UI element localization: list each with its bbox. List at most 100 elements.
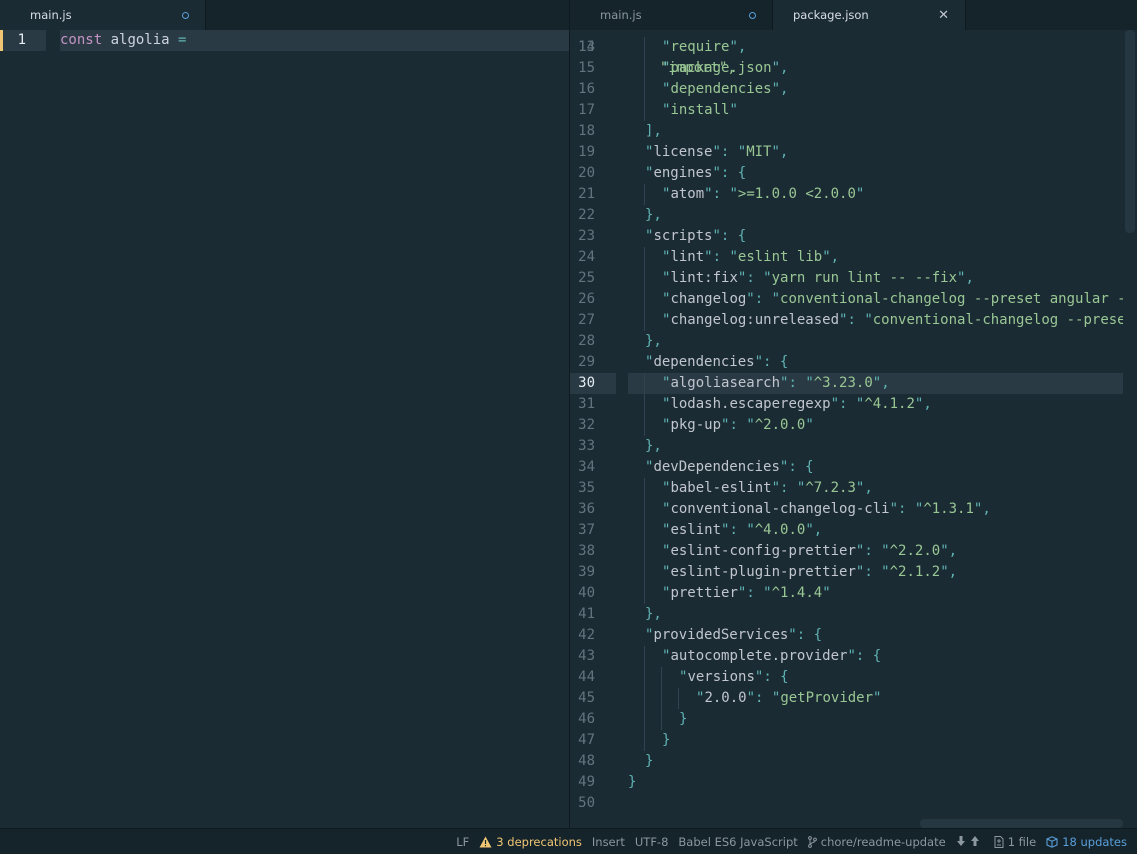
- code-token: },: [645, 207, 662, 223]
- arrow-down-icon[interactable]: [956, 836, 966, 847]
- line-ending-indicator[interactable]: LF: [456, 835, 469, 849]
- code-line[interactable]: 33},: [570, 436, 1137, 457]
- tab-package-json[interactable]: package.json ✕: [773, 0, 966, 30]
- package-icon: [1046, 835, 1058, 848]
- code-token: :: [864, 543, 882, 559]
- code-line[interactable]: 19 "license": "MIT",: [570, 142, 1137, 163]
- changed-files[interactable]: 1 file: [994, 835, 1036, 849]
- indent-guide: [661, 688, 662, 709]
- code-line[interactable]: 41},: [570, 604, 1137, 625]
- indent-guide: [644, 499, 645, 520]
- line-number: 15: [578, 60, 595, 76]
- code-line[interactable]: 1 const algolia =: [0, 30, 569, 51]
- code-line[interactable]: 47}: [570, 730, 1137, 751]
- code-token: :: [839, 396, 856, 412]
- grammar-indicator[interactable]: Babel ES6 JavaScript: [678, 835, 797, 849]
- code-line[interactable]: 14 "require",: [570, 37, 1137, 58]
- code-line[interactable]: 31 "lodash.escaperegexp": "^4.1.2",: [570, 394, 1137, 415]
- code-token: atom: [670, 186, 705, 202]
- code-token: : {: [720, 165, 747, 181]
- tab-main-js-right[interactable]: main.js: [570, 0, 773, 30]
- code-token: :: [712, 249, 730, 265]
- code-line[interactable]: 35 "babel-eslint": "^7.2.3",: [570, 478, 1137, 499]
- code-token: ,: [948, 564, 958, 580]
- code-token: ": [771, 480, 781, 496]
- code-token: versions: [687, 669, 755, 685]
- code-line[interactable]: 18],: [570, 121, 1137, 142]
- package-updates[interactable]: 18 updates: [1046, 835, 1127, 849]
- code-line[interactable]: 34 "devDependencies": {: [570, 457, 1137, 478]
- code-line[interactable]: 30 "algoliasearch": "^3.23.0",: [570, 373, 1137, 394]
- code-line[interactable]: 39 "eslint-plugin-prettier": "^2.1.2",: [570, 562, 1137, 583]
- code-line[interactable]: 40 "prettier": "^1.4.4": [570, 583, 1137, 604]
- code-token: },: [645, 438, 662, 454]
- code-token: install: [670, 102, 730, 118]
- code-line[interactable]: 43 "autocomplete.provider": {: [570, 646, 1137, 667]
- code-line[interactable]: 37 "eslint": "^4.0.0",: [570, 520, 1137, 541]
- code-line[interactable]: 22},: [570, 205, 1137, 226]
- code-token: providedServices: [653, 627, 789, 643]
- scrollbar-thumb[interactable]: [1125, 30, 1135, 233]
- code-token: changelog:unreleased: [670, 312, 840, 328]
- code-token: ": [771, 81, 781, 97]
- code-line[interactable]: 50: [570, 793, 1137, 814]
- code-token: ": [763, 270, 772, 286]
- code-token: ": [889, 501, 899, 517]
- code-line[interactable]: 26 "changelog": "conventional-changelog -…: [570, 289, 1137, 310]
- code-token: ": [704, 249, 713, 265]
- code-line[interactable]: 38 "eslint-config-prettier": "^2.2.0",: [570, 541, 1137, 562]
- indent-guide: [644, 583, 645, 604]
- code-line[interactable]: 24 "lint": "eslint lib",: [570, 247, 1137, 268]
- arrow-up-icon[interactable]: [970, 836, 980, 847]
- horizontal-scrollbar-thumb[interactable]: [920, 819, 1123, 828]
- tab-title: package.json: [793, 8, 869, 22]
- code-line[interactable]: 46}: [570, 709, 1137, 730]
- code-line[interactable]: 36 "conventional-changelog-cli": "^1.3.1"…: [570, 499, 1137, 520]
- code-line[interactable]: 16 "dependencies",: [570, 79, 1137, 100]
- code-token: :: [788, 375, 806, 391]
- code-line[interactable]: 23 "scripts": {: [570, 226, 1137, 247]
- code-token: : {: [796, 627, 823, 643]
- deprecations-indicator[interactable]: 3 deprecations: [479, 835, 582, 849]
- line-number: 32: [578, 417, 595, 433]
- branch-label: chore/readme-update: [820, 834, 946, 849]
- right-editor-pane[interactable]: 13 "import", 14 "require", 15 "package.json…: [570, 30, 1137, 828]
- vertical-scrollbar[interactable]: [1123, 30, 1137, 828]
- code-line[interactable]: 20 "engines": {: [570, 163, 1137, 184]
- code-text: "dependencies": {: [645, 352, 788, 373]
- code-token: :: [720, 144, 738, 160]
- code-token: ": [873, 690, 882, 706]
- code-line[interactable]: 42 "providedServices": {: [570, 625, 1137, 646]
- code-line[interactable]: 21 "atom": ">=1.0.0 <2.0.0": [570, 184, 1137, 205]
- code-line[interactable]: 29 "dependencies": {: [570, 352, 1137, 373]
- code-line[interactable]: 49}: [570, 772, 1137, 793]
- modified-dot-icon[interactable]: [749, 11, 756, 19]
- code-line[interactable]: 32 "pkg-up": "^2.0.0": [570, 415, 1137, 436]
- code-line[interactable]: 27 "changelog:unreleased": "conventional-…: [570, 310, 1137, 331]
- git-fetch-controls[interactable]: [956, 836, 984, 847]
- code-line[interactable]: 44 "versions": {: [570, 667, 1137, 688]
- code-token: require: [670, 39, 730, 55]
- code-token: ": [746, 417, 755, 433]
- code-text: "versions": {: [679, 667, 789, 688]
- code-token: eslint lib: [737, 249, 823, 265]
- left-editor-pane[interactable]: 1 const algolia =: [0, 30, 569, 828]
- code-line[interactable]: 25 "lint:fix": "yarn run lint -- --fix",: [570, 268, 1137, 289]
- code-text: "algoliasearch": "^3.23.0",: [662, 373, 890, 394]
- code-line[interactable]: 15 "package.json",: [570, 58, 1137, 79]
- code-line[interactable]: 17 "install": [570, 100, 1137, 121]
- code-text: "prettier": "^1.4.4": [662, 583, 831, 604]
- code-line[interactable]: 45 "2.0.0": "getProvider": [570, 688, 1137, 709]
- tab-main-js-left[interactable]: main.js: [0, 0, 206, 30]
- code-line[interactable]: 48}: [570, 751, 1137, 772]
- code-token: engines: [653, 165, 713, 181]
- code-token: :: [712, 186, 730, 202]
- close-icon[interactable]: ✕: [938, 9, 949, 22]
- code-text: const algolia =: [60, 30, 186, 51]
- code-text: "license": "MIT",: [645, 142, 788, 163]
- code-line[interactable]: 28},: [570, 331, 1137, 352]
- mode-indicator[interactable]: Insert: [592, 835, 625, 849]
- git-branch[interactable]: chore/readme-update: [807, 834, 946, 849]
- modified-dot-icon[interactable]: [182, 11, 189, 19]
- encoding-indicator[interactable]: UTF-8: [635, 835, 669, 849]
